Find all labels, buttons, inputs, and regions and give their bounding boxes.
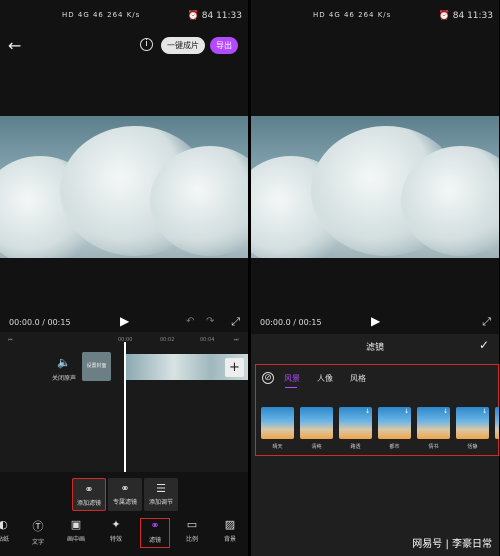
redo-icon[interactable]: ↷ [206, 316, 214, 327]
filter-header: 滤镜 ✓ [251, 334, 499, 358]
network-status: HD 4G 46 264 K/s [62, 11, 141, 19]
speaker-icon[interactable]: 🔈 [57, 356, 71, 369]
alarm-icon: ⏰ [187, 11, 199, 21]
filter-thumb[interactable] [495, 407, 499, 439]
filter-subtools: ⚭ 添加滤镜 ⚭ 专属滤镜 ☰ 添加调节 [0, 478, 248, 514]
status-right: ⏰ 84 11:33 [439, 11, 493, 21]
export-button[interactable]: 导出 [210, 37, 238, 54]
ruler-tick: 00:04 [200, 337, 215, 343]
pip-icon: ▣ [70, 518, 82, 531]
sticker-icon: ◐ [0, 518, 8, 531]
editor-pane: HD 4G 46 264 K/s ⏰ 84 11:33 ← i 一键成片 导出 … [0, 0, 248, 556]
tool-text[interactable]: Ⓣ 文字 [23, 518, 53, 546]
filter-label: 都市 [389, 444, 400, 450]
undo-icon[interactable]: ↶ [186, 316, 194, 327]
background-icon: ▨ [224, 518, 236, 531]
filter-thumb[interactable] [261, 407, 294, 439]
filter-label: 清纯 [311, 444, 322, 450]
tool-pip[interactable]: ▣ 画中画 [61, 518, 91, 543]
tool-effects[interactable]: ✦ 特效 [101, 518, 131, 543]
timeline[interactable]: ⏮ 00:00 00:02 00:04 ⏭ 🔈 关闭原声 设置封面 + [0, 332, 248, 472]
fullscreen-icon[interactable]: ⤢ [231, 315, 240, 329]
ai-filter-button[interactable]: ⚭ 专属滤镜 [108, 478, 142, 511]
tool-ratio[interactable]: ▭ 比例 [177, 518, 207, 543]
editor-topbar: ← i 一键成片 导出 [0, 36, 248, 58]
tool-background[interactable]: ▨ 背景 [215, 518, 245, 543]
set-cover-button[interactable]: 设置封面 [82, 352, 111, 381]
tab-style[interactable]: 风格 [350, 373, 366, 384]
video-preview[interactable] [251, 116, 499, 258]
filter-title: 滤镜 [365, 343, 384, 353]
tab-landscape[interactable]: 风景 [284, 373, 300, 384]
no-filter-icon[interactable]: ⊘ [262, 372, 274, 384]
filter-label: 晴天 [272, 444, 283, 450]
playback-bar: 00:00.0 / 00:15 ▶ ⤢ [251, 314, 499, 332]
back-arrow-icon[interactable]: ← [8, 36, 21, 55]
filter-panel: ⊘ 风景 人像 风格 晴天 清纯 ↓ 路透 ↓ 都市 ↓ 情书 ↓ 恬静 [251, 358, 499, 556]
one-key-button[interactable]: 一键成片 [161, 37, 205, 54]
filter-icon: ⚭ [150, 519, 160, 532]
fullscreen-icon[interactable]: ⤢ [482, 315, 491, 329]
jump-start-icon[interactable]: ⏮ [8, 337, 13, 343]
battery-level: 84 [201, 11, 214, 21]
info-icon[interactable]: i [140, 38, 153, 51]
watermark: 网易号 | 李豪日常 [412, 539, 492, 550]
playback-bar: 00:00.0 / 00:15 ▶ ↶ ↷ ⤢ [0, 314, 248, 332]
play-icon[interactable]: ▶ [120, 314, 129, 328]
filter-thumb[interactable]: ↓ [378, 407, 411, 439]
effects-icon: ✦ [111, 518, 121, 531]
filter-thumb[interactable] [300, 407, 333, 439]
filter-label: 恬静 [467, 444, 478, 450]
filter-label: 路透 [350, 444, 361, 450]
bottom-toolbar: ◐ 贴纸 Ⓣ 文字 ▣ 画中画 ✦ 特效 ⚭ 滤镜 ▭ 比例 [0, 514, 248, 556]
filter-label: 情书 [428, 444, 439, 450]
mute-label[interactable]: 关闭原声 [52, 373, 76, 382]
tab-portrait[interactable]: 人像 [317, 373, 333, 384]
download-icon: ↓ [442, 408, 448, 415]
battery-level: 84 [452, 11, 465, 21]
status-bar: HD 4G 46 264 K/s ⏰ 84 11:33 [0, 0, 248, 36]
add-adjust-button[interactable]: ☰ 添加调节 [144, 478, 178, 511]
add-clip-button[interactable]: + [225, 358, 244, 377]
filter-thumb[interactable]: ↓ [417, 407, 450, 439]
ai-filter-icon: ⚭ [120, 482, 130, 495]
download-icon: ↓ [364, 408, 370, 415]
filter-thumb[interactable]: ↓ [456, 407, 489, 439]
play-icon[interactable]: ▶ [371, 314, 380, 328]
ruler-tick: 00:02 [160, 337, 175, 343]
confirm-check-icon[interactable]: ✓ [479, 338, 489, 352]
playhead[interactable] [124, 342, 126, 472]
filter-icon: ⚭ [84, 483, 94, 496]
playback-time: 00:00.0 / 00:15 [260, 318, 322, 327]
tool-filter[interactable]: ⚭ 滤镜 [140, 518, 170, 548]
playback-time: 00:00.0 / 00:15 [9, 318, 71, 327]
active-tab-indicator [285, 387, 297, 388]
filter-thumb[interactable]: ↓ [339, 407, 372, 439]
download-icon: ↓ [481, 408, 487, 415]
alarm-icon: ⏰ [438, 11, 450, 21]
filter-selection-box: ⊘ 风景 人像 风格 晴天 清纯 ↓ 路透 ↓ 都市 ↓ 情书 ↓ 恬静 [255, 364, 499, 456]
status-bar: HD 4G 46 264 K/s ⏰ 84 11:33 [251, 0, 499, 36]
jump-end-icon[interactable]: ⏭ [234, 337, 239, 343]
text-icon: Ⓣ [32, 520, 44, 533]
adjust-icon: ☰ [156, 482, 166, 495]
download-icon: ↓ [403, 408, 409, 415]
filter-pane: HD 4G 46 264 K/s ⏰ 84 11:33 00:00.0 / 00… [251, 0, 499, 556]
network-status: HD 4G 46 264 K/s [313, 11, 392, 19]
ratio-icon: ▭ [186, 518, 198, 531]
add-filter-button[interactable]: ⚭ 添加滤镜 [72, 478, 106, 511]
video-preview[interactable] [0, 116, 248, 258]
tool-sticker[interactable]: ◐ 贴纸 [0, 518, 18, 543]
clock: 11:33 [216, 11, 242, 21]
status-right: ⏰ 84 11:33 [188, 11, 242, 21]
clock: 11:33 [467, 11, 493, 21]
